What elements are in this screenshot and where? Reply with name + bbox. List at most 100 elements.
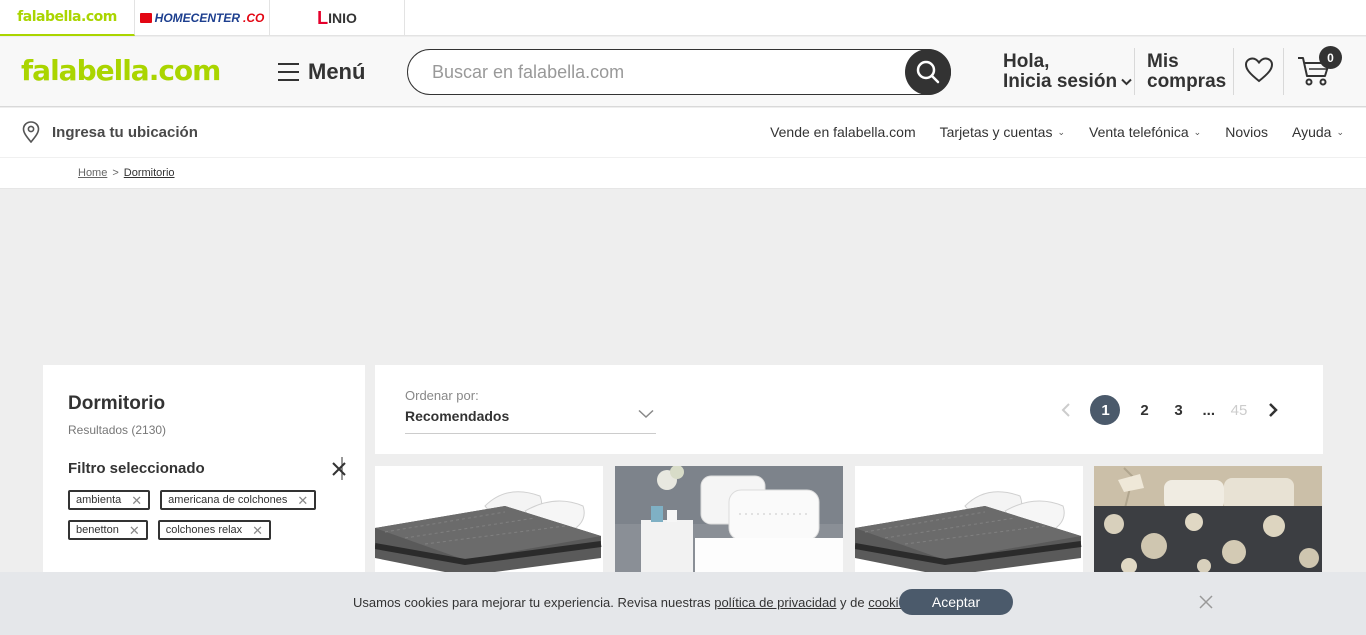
close-icon[interactable]: ✕: [252, 524, 263, 537]
close-icon: [332, 457, 346, 480]
filter-chip[interactable]: colchones relax ✕: [157, 520, 272, 540]
page-number[interactable]: 2: [1134, 395, 1154, 425]
cookie-message: Usamos cookies para mejorar tu experienc…: [353, 595, 916, 610]
chevron-down-icon: ⌄: [1336, 126, 1344, 137]
filter-chips: ambienta ✕ americana de colchones ✕ benett…: [68, 490, 348, 540]
next-page-button[interactable]: [1263, 395, 1283, 425]
filter-chip-label: ambienta: [76, 494, 122, 506]
main-header: falabella.com Menú Hola, Inicia sesión M…: [0, 37, 1366, 107]
mis-compras-link[interactable]: Mis compras: [1147, 52, 1226, 92]
homecenter-brand-suffix: .CO: [243, 11, 265, 25]
search-box: [407, 49, 951, 95]
secondary-nav: Ingresa tu ubicación Vende en falabella.…: [0, 108, 1366, 157]
chevron-left-icon: [1062, 403, 1071, 417]
mis-compras-line2: compras: [1147, 71, 1227, 92]
mattress-image: [855, 466, 1083, 576]
homecenter-house-icon: [139, 13, 152, 23]
search-button[interactable]: [905, 49, 951, 95]
mattress-image: [375, 466, 603, 576]
chevron-right-icon: [1269, 403, 1278, 417]
filter-chip-label: americana de colchones: [168, 494, 288, 506]
menu-button[interactable]: Menú: [278, 59, 365, 85]
cookie-close-button[interactable]: [1198, 594, 1214, 610]
breadcrumb: Home > Dormitorio: [0, 157, 1366, 189]
login-label: Inicia sesión: [1003, 71, 1118, 92]
nav-link-label: Vende en falabella.com: [770, 124, 916, 140]
sort-dropdown[interactable]: Recomendados: [405, 405, 656, 434]
nav-link-vende[interactable]: Vende en falabella.com: [770, 124, 916, 140]
heart-icon: [1244, 57, 1274, 83]
search-input[interactable]: [432, 60, 892, 84]
nav-link-label: Tarjetas y cuentas: [939, 124, 1053, 140]
privacy-policy-link[interactable]: política de privacidad: [714, 595, 836, 610]
nav-link-novios[interactable]: Novios: [1225, 124, 1268, 140]
nav-link-label: Venta telefónica: [1089, 124, 1189, 140]
header-divider: [1233, 48, 1234, 95]
nav-link-label: Novios: [1225, 124, 1268, 140]
nav-link-ayuda[interactable]: Ayuda ⌄: [1292, 124, 1344, 140]
page-ellipsis: ...: [1202, 401, 1215, 419]
sort-pagination-bar: Ordenar por: Recomendados 1 2 3 ... 45: [375, 365, 1323, 454]
linio-logo: L INIO: [317, 8, 357, 29]
filter-chip[interactable]: americana de colchones ✕: [160, 490, 317, 510]
product-card[interactable]: [375, 466, 603, 576]
accept-cookies-button[interactable]: Aceptar: [899, 589, 1013, 615]
header-divider: [1134, 48, 1135, 95]
falabella-logo[interactable]: falabella.com: [21, 54, 221, 87]
category-title: Dormitorio: [68, 393, 166, 414]
hamburger-icon: [278, 63, 299, 81]
bedding-image: [1094, 466, 1322, 576]
location-selector[interactable]: Ingresa tu ubicación: [22, 121, 198, 143]
cart-count-badge: 0: [1319, 46, 1342, 69]
pagination: 1 2 3 ... 45: [1056, 395, 1283, 425]
brand-tab-falabella[interactable]: falabella.com: [0, 0, 135, 36]
filter-chip-label: colchones relax: [165, 524, 243, 536]
brand-strip: falabella.com HOMECENTER .CO L INIO: [0, 0, 1366, 36]
page-number-current[interactable]: 1: [1090, 395, 1121, 425]
close-icon[interactable]: ✕: [131, 494, 142, 507]
product-card[interactable]: [615, 466, 843, 576]
sort-label: Ordenar por:: [405, 388, 479, 403]
page-number[interactable]: 3: [1168, 395, 1188, 425]
nav-link-venta-telefonica[interactable]: Venta telefónica ⌄: [1089, 124, 1201, 140]
chevron-down-icon: [1121, 78, 1132, 86]
wishlist-button[interactable]: [1244, 56, 1274, 89]
breadcrumb-home[interactable]: Home: [78, 167, 107, 179]
pillows-image: [615, 466, 843, 576]
chevron-down-icon: ⌄: [1193, 126, 1202, 137]
cookie-banner: Usamos cookies para mejorar tu experienc…: [0, 572, 1366, 635]
close-icon[interactable]: ✕: [129, 524, 140, 537]
brand-tab-linio[interactable]: L INIO: [270, 0, 405, 36]
nav-link-tarjetas[interactable]: Tarjetas y cuentas ⌄: [940, 124, 1065, 140]
brand-tab-homecenter[interactable]: HOMECENTER .CO: [135, 0, 270, 36]
clear-filters-button[interactable]: [329, 455, 349, 481]
sort-selected-value: Recomendados: [405, 408, 510, 424]
nav-links: Vende en falabella.com Tarjetas y cuenta…: [770, 124, 1344, 140]
cookie-text: Usamos cookies para mejorar tu experienc…: [353, 595, 715, 610]
product-card[interactable]: [1094, 466, 1322, 576]
prev-page-button[interactable]: [1056, 395, 1076, 425]
chevron-down-icon: [638, 409, 654, 419]
homecenter-brand-label: HOMECENTER: [154, 11, 240, 25]
close-icon[interactable]: ✕: [297, 494, 308, 507]
login-menu[interactable]: Hola, Inicia sesión: [1003, 52, 1132, 92]
breadcrumb-current[interactable]: Dormitorio: [124, 167, 175, 179]
nav-link-label: Ayuda: [1292, 124, 1332, 140]
results-count: Resultados (2130): [68, 423, 167, 437]
filter-chip[interactable]: benetton ✕: [68, 520, 148, 540]
greeting-text: Hola,: [1003, 51, 1050, 72]
filter-chip[interactable]: ambienta ✕: [68, 490, 151, 510]
breadcrumb-separator: >: [112, 167, 119, 179]
location-pin-icon: [22, 121, 40, 143]
location-label: Ingresa tu ubicación: [52, 123, 198, 141]
mis-compras-line1: Mis: [1147, 51, 1179, 72]
product-card[interactable]: [855, 466, 1083, 576]
selected-filters-title: Filtro seleccionado: [68, 460, 205, 477]
linio-brand-prefix: L: [317, 7, 329, 28]
filter-chip-label: benetton: [76, 524, 119, 536]
page-number-last[interactable]: 45: [1229, 395, 1249, 425]
header-divider: [1283, 48, 1284, 95]
linio-brand-label: INIO: [328, 10, 357, 26]
chevron-down-icon: ⌄: [1057, 126, 1066, 137]
search-icon: [916, 60, 940, 84]
